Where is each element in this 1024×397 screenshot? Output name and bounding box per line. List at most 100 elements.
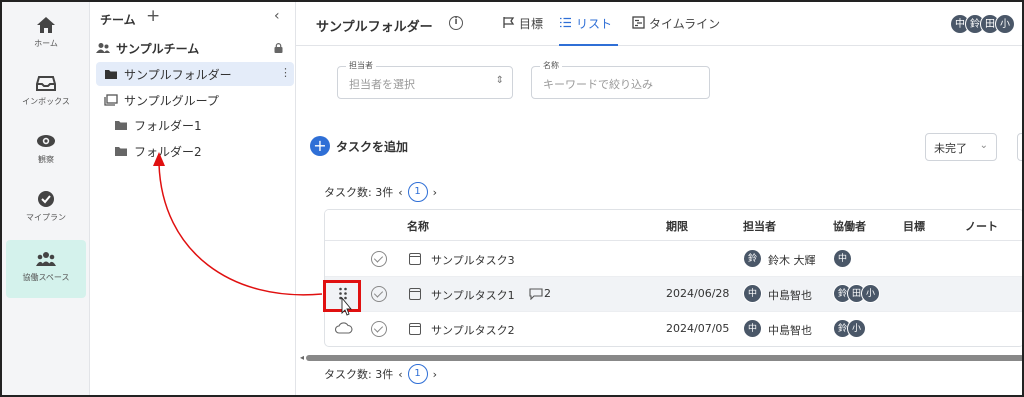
toolbar-control[interactable] <box>1017 133 1022 161</box>
next-page-icon[interactable]: › <box>433 186 437 199</box>
rail-item-myplan[interactable]: マイプラン <box>6 180 86 238</box>
filter-label: 名称 <box>540 60 562 71</box>
task-name[interactable]: サンプルタスク2 <box>431 322 515 338</box>
people-icon <box>36 252 56 266</box>
prev-page-icon[interactable]: ‹ <box>398 368 402 381</box>
column-header[interactable]: 期限 <box>666 218 688 234</box>
next-page-icon[interactable]: › <box>433 368 437 381</box>
column-header[interactable]: 名称 <box>407 218 429 234</box>
task-count: タスク数: 3件 <box>324 186 394 199</box>
app-window: ホーム インボックス 観察 マイプラン 協働スペース チーム + ‹ サンプルチ… <box>0 0 1024 397</box>
flag-icon <box>503 17 515 28</box>
status-select[interactable]: 未完了 ⌄ <box>925 133 997 161</box>
avatar: 小 <box>847 319 866 338</box>
rail-label: 協働スペース <box>22 273 70 282</box>
filter-label: 担当者 <box>346 60 376 71</box>
rail-item-inbox[interactable]: インボックス <box>6 64 86 122</box>
task-icon <box>409 253 421 265</box>
tree-item-label: フォルダー1 <box>134 118 202 133</box>
collapse-panel-button[interactable]: ‹ <box>274 8 280 24</box>
rail-label: ホーム <box>34 39 58 48</box>
chevron-down-icon: ⌄ <box>979 140 988 151</box>
complete-checkbox[interactable] <box>371 251 387 267</box>
team-label: サンプルチーム <box>116 41 200 56</box>
avatar: 中 <box>743 284 762 303</box>
comment-icon <box>529 288 543 300</box>
team-icon <box>96 43 110 53</box>
complete-checkbox[interactable] <box>371 321 387 337</box>
folder-icon <box>115 147 127 156</box>
header-bar: サンプルフォルダー i 目標 リスト タイムライン 中 鈴 田 小 <box>296 2 1022 46</box>
horizontal-scrollbar[interactable] <box>306 355 1022 361</box>
folder-icon <box>105 70 117 79</box>
check-circle-icon <box>38 191 54 207</box>
column-header[interactable]: 目標 <box>903 218 925 234</box>
filter-placeholder: キーワードで絞り込み <box>543 78 653 91</box>
page-number[interactable]: 1 <box>407 364 428 384</box>
tree-item-sample-folder[interactable]: サンプルフォルダー ⋮ <box>96 62 294 86</box>
tab-label: タイムライン <box>649 17 721 31</box>
cloud-icon <box>335 322 353 334</box>
more-options-icon[interactable]: ⋮ <box>280 66 291 79</box>
table-row[interactable]: サンプルタスク3 鈴 鈴木 大輝 中 <box>325 242 1022 277</box>
table-row[interactable]: サンプルタスク1 2 2024/06/28 中 中島智也 鈴 田 小 <box>325 277 1022 312</box>
avatar: 中 <box>833 249 852 268</box>
assignee-name: 鈴木 大輝 <box>768 254 816 267</box>
task-icon <box>409 288 421 300</box>
avatar: 小 <box>861 284 880 303</box>
assignee-filter[interactable]: 担当者 担当者を選択 ⇕ <box>337 60 513 99</box>
chevron-updown-icon: ⇕ <box>495 75 504 86</box>
lock-icon <box>274 43 283 53</box>
complete-checkbox[interactable] <box>371 286 387 302</box>
assignee-name: 中島智也 <box>768 324 812 337</box>
tab-goals[interactable]: 目標 <box>502 15 543 46</box>
add-task-label: タスクを追加 <box>336 139 409 154</box>
comment-count: 2 <box>544 287 551 300</box>
eye-icon <box>37 135 55 147</box>
tab-label: リスト <box>576 17 613 31</box>
task-name[interactable]: サンプルタスク3 <box>431 252 515 268</box>
task-name[interactable]: サンプルタスク1 <box>431 287 515 303</box>
task-count: タスク数: 3件 <box>324 368 394 381</box>
folder-icon <box>115 121 127 130</box>
panel-title: チーム <box>100 13 136 27</box>
page-title: サンプルフォルダー <box>316 20 433 35</box>
rail-label: マイプラン <box>26 213 66 222</box>
rail-item-workspace[interactable]: 協働スペース <box>6 240 86 298</box>
tree-item-folder-2[interactable]: フォルダー2 <box>90 139 296 163</box>
plus-icon: + <box>310 136 330 156</box>
inbox-icon <box>36 76 56 91</box>
tab-timeline[interactable]: タイムライン <box>632 15 720 46</box>
add-task-button[interactable]: + タスクを追加 <box>310 136 408 156</box>
name-filter[interactable]: 名称 キーワードで絞り込み <box>531 60 710 99</box>
avatar: 中 <box>743 319 762 338</box>
tree-item-folder-1[interactable]: フォルダー1 <box>90 113 296 137</box>
rail-item-watch[interactable]: 観察 <box>6 122 86 180</box>
prev-page-icon[interactable]: ‹ <box>398 186 402 199</box>
main-area: サンプルフォルダー i 目標 リスト タイムライン 中 鈴 田 小 担当者 担当… <box>296 2 1022 395</box>
rail-item-home[interactable]: ホーム <box>6 6 86 64</box>
status-value: 未完了 <box>934 142 967 155</box>
scroll-left-icon[interactable]: ◂ <box>300 353 304 362</box>
due-date[interactable]: 2024/06/28 <box>666 287 729 300</box>
due-date[interactable]: 2024/07/05 <box>666 322 729 335</box>
info-icon[interactable]: i <box>449 16 463 30</box>
tree-item-label: サンプルグループ <box>124 93 219 108</box>
list-icon <box>560 17 571 28</box>
filter-placeholder: 担当者を選択 <box>349 78 415 91</box>
add-team-button[interactable]: + <box>146 6 160 26</box>
assignee-name: 中島智也 <box>768 289 812 302</box>
tree-item-sample-group[interactable]: サンプルグループ <box>90 88 296 112</box>
tab-label: 目標 <box>519 17 544 31</box>
tab-list[interactable]: リスト <box>559 15 619 46</box>
rail-label: 観察 <box>38 155 54 164</box>
column-header[interactable]: 担当者 <box>743 218 776 234</box>
team-row[interactable]: サンプルチーム <box>90 36 296 60</box>
column-header[interactable]: ノート <box>965 218 998 234</box>
task-table: 名称 期限 担当者 協働者 目標 ノート サンプルタスク3 鈴 鈴木 大輝 中 <box>324 209 1022 347</box>
page-number[interactable]: 1 <box>407 182 428 202</box>
group-icon <box>104 94 118 106</box>
table-row[interactable]: サンプルタスク2 2024/07/05 中 中島智也 鈴 小 <box>325 312 1022 346</box>
task-icon <box>409 323 421 335</box>
column-header[interactable]: 協働者 <box>833 218 866 234</box>
